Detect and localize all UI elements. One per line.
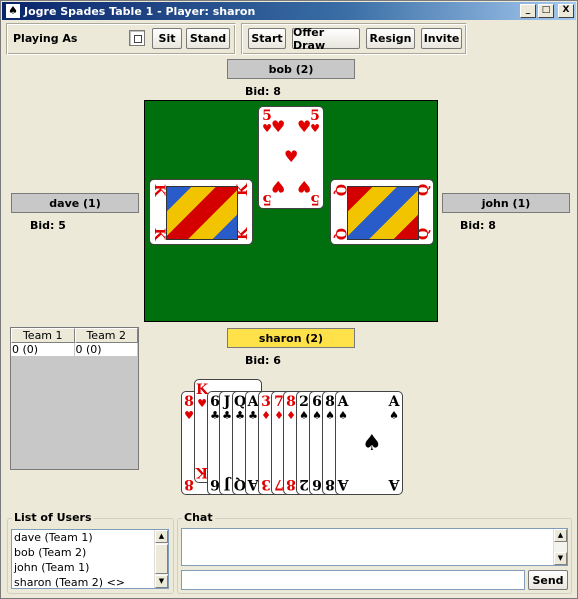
card-rank: A: [337, 394, 349, 410]
sit-button[interactable]: Sit: [152, 28, 182, 49]
card-rank: A: [388, 394, 400, 410]
card-rank: Q: [332, 228, 348, 241]
player-south-name: sharon (2): [227, 328, 355, 348]
scroll-down-icon[interactable]: ▼: [155, 575, 168, 588]
users-scrollbar[interactable]: ▲ ▼: [154, 530, 168, 588]
player-north-bid: Bid: 8: [245, 85, 281, 98]
chat-scrollbar[interactable]: ▲ ▼: [553, 529, 567, 565]
player-west-name: dave (1): [11, 193, 139, 213]
scroll-up-icon[interactable]: ▲: [554, 529, 567, 542]
chat-input[interactable]: [181, 570, 525, 590]
player-west-bid: Bid: 5: [30, 219, 66, 232]
score-column-header[interactable]: Team 2: [74, 328, 138, 343]
stand-button[interactable]: Stand: [186, 28, 230, 49]
card-rank: A: [337, 476, 349, 492]
player-south-bid: Bid: 6: [245, 354, 281, 367]
card-rank: K: [151, 184, 167, 197]
maximize-button[interactable]: □: [538, 4, 554, 18]
spade-app-icon: ♠: [6, 4, 20, 18]
card-rank: Q: [416, 227, 432, 240]
hand-card[interactable]: A ♠ A A ♠ A ♠: [335, 391, 403, 495]
score-cell: 0 (0): [11, 343, 75, 357]
spade-icon: ♠: [389, 409, 399, 422]
send-button[interactable]: Send: [528, 570, 568, 590]
card-rank: K: [235, 183, 251, 196]
close-button[interactable]: X: [558, 4, 574, 18]
score-table-header: Team 1 Team 2: [11, 328, 138, 343]
table-row[interactable]: 0 (0) 0 (0): [11, 343, 138, 357]
spade-icon: ♠: [362, 431, 382, 456]
trick-card-north: 5 ♥ 5 ♥ ♥ ♥ ♥ ♥ ♥ 5 5: [258, 106, 324, 209]
trick-card-west: K K K K: [149, 179, 253, 245]
chat-log[interactable]: ▲ ▼: [181, 528, 568, 566]
spade-icon: ♠: [338, 409, 348, 422]
queen-face-art: [347, 186, 419, 240]
card-rank: Q: [416, 183, 432, 196]
player-east-bid: Bid: 8: [460, 219, 496, 232]
minimize-button[interactable]: _: [520, 4, 536, 18]
card-rank: A: [388, 476, 400, 492]
heart-icon: ♥: [297, 117, 312, 136]
users-list[interactable]: dave (Team 1) bob (Team 2) john (Team 1)…: [11, 529, 169, 589]
score-cell: 0 (0): [74, 343, 138, 357]
list-item[interactable]: sharon (Team 2) <>: [12, 575, 168, 588]
invite-button[interactable]: Invite: [421, 28, 462, 49]
card-rank: 5: [262, 191, 272, 207]
card-rank: Q: [332, 184, 348, 197]
player-north-name: bob (2): [227, 59, 355, 79]
scroll-thumb[interactable]: [155, 544, 168, 574]
window-title: Jogre Spades Table 1 - Player: sharon: [24, 4, 256, 18]
card-rank: 5: [310, 191, 320, 207]
playing-as-indicator: [129, 30, 145, 46]
users-group-title: List of Users: [12, 511, 94, 524]
resign-button[interactable]: Resign: [366, 28, 415, 49]
trick-card-east: Q Q Q Q: [330, 179, 434, 245]
chat-group-title: Chat: [182, 511, 215, 524]
list-item[interactable]: dave (Team 1): [12, 530, 168, 545]
game-window: ♠ Jogre Spades Table 1 - Player: sharon …: [0, 0, 578, 599]
heart-icon: ♥: [271, 117, 286, 136]
king-face-art: [166, 186, 238, 240]
heart-icon: ♥: [271, 177, 286, 196]
card-rank: K: [235, 227, 251, 240]
window-controls: _ □ X: [520, 4, 574, 18]
player-east-name: john (1): [442, 193, 570, 213]
playing-as-label: Playing As: [13, 32, 78, 45]
scroll-up-icon[interactable]: ▲: [155, 530, 168, 543]
score-column-header[interactable]: Team 1: [11, 328, 75, 343]
start-button[interactable]: Start: [248, 28, 286, 49]
offer-draw-button[interactable]: Offer Draw: [292, 26, 360, 52]
scroll-down-icon[interactable]: ▼: [554, 552, 567, 565]
score-table: Team 1 Team 2 0 (0) 0 (0): [10, 327, 139, 470]
title-bar[interactable]: ♠ Jogre Spades Table 1 - Player: sharon …: [2, 2, 576, 20]
heart-icon: ♥: [284, 147, 299, 166]
list-item[interactable]: john (Team 1): [12, 560, 168, 575]
list-item[interactable]: bob (Team 2): [12, 545, 168, 560]
card-rank: K: [151, 228, 167, 241]
